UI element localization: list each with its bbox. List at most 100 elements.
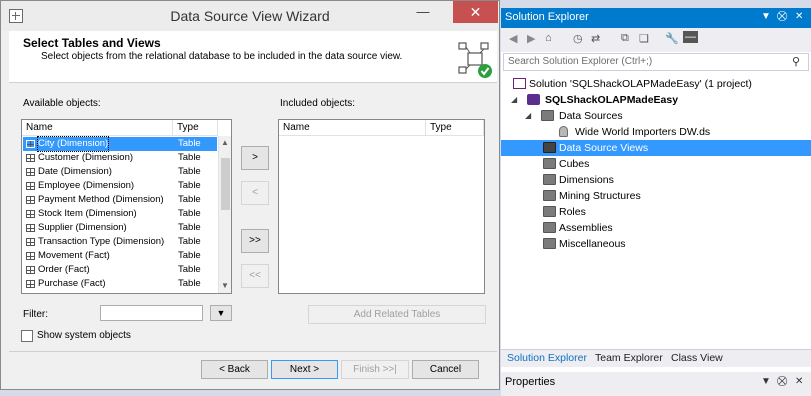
search-icon[interactable]: ⚲ — [792, 55, 800, 68]
available-objects-label: Available objects: — [23, 98, 101, 109]
search-input[interactable]: Search Solution Explorer (Ctrl+;) — [508, 56, 652, 67]
list-item[interactable]: Supplier (Dimension) Table — [23, 221, 217, 235]
solution-explorer-panel: Solution Explorer ▼ ⛒ ✕ ◀ ▶ ⌂ ◷ ⇄ ⧉ ❏ 🔧 … — [501, 8, 811, 396]
list-item[interactable]: Payment Method (Dimension) Table — [23, 193, 217, 207]
list-item[interactable]: Purchase (Fact) Table — [23, 277, 217, 291]
footer-divider — [9, 351, 497, 352]
tree-node[interactable]: Miscellaneous — [501, 236, 811, 252]
add-all-button[interactable]: >> — [241, 229, 269, 253]
list-item[interactable]: City (Dimension) Table — [23, 136, 217, 152]
cancel-button[interactable]: Cancel — [412, 360, 479, 379]
datasource-icon — [559, 126, 568, 137]
tree-node[interactable]: Data Source Views — [501, 140, 811, 156]
filter-icon[interactable]: ▼ — [210, 305, 232, 321]
expand-arrow-icon[interactable]: ◢ — [525, 108, 531, 124]
add-selected-button[interactable]: > — [241, 146, 269, 170]
page-description: Select objects from the relational datab… — [41, 51, 403, 62]
list-item[interactable]: Order (Fact) Table — [23, 263, 217, 277]
scrollbar-thumb[interactable] — [221, 158, 230, 210]
history-icon[interactable]: ◷ — [573, 32, 583, 45]
tree-node[interactable]: Cubes — [501, 156, 811, 172]
list-item[interactable]: Stock Item (Dimension) Table — [23, 207, 217, 221]
tree-node[interactable]: ◢ SQLShackOLAPMadeEasy — [501, 92, 811, 108]
table-icon — [26, 280, 35, 288]
tree-node[interactable]: Wide World Importers DW.ds — [501, 124, 811, 140]
collapse-all-icon[interactable]: ⧉ — [621, 32, 629, 45]
expand-arrow-icon[interactable]: ◢ — [511, 92, 517, 108]
scroll-down-icon[interactable]: ▼ — [221, 281, 229, 290]
show-system-objects-label[interactable]: Show system objects — [37, 330, 131, 341]
object-type: Table — [178, 138, 201, 149]
pin-icon[interactable]: ⛒ — [777, 11, 787, 22]
solution-explorer-titlebar[interactable]: Solution Explorer ▼ ⛒ ✕ — [501, 8, 811, 28]
column-header-name[interactable]: Name — [279, 120, 426, 136]
panel-title: Solution Explorer — [505, 11, 589, 23]
scroll-up-icon[interactable]: ▲ — [221, 138, 229, 147]
wizard-titlebar[interactable]: Data Source View Wizard — □ ✕ — [1, 1, 499, 31]
object-name: Movement (Fact) — [38, 250, 110, 261]
wizard-header: Select Tables and Views Select objects f… — [9, 31, 497, 83]
object-name: Purchase (Fact) — [38, 278, 106, 289]
dropdown-arrow-icon[interactable]: ▼ — [761, 376, 771, 387]
tree-node-label: Solution 'SQLShackOLAPMadeEasy' (1 proje… — [529, 78, 752, 90]
list-item[interactable]: Movement (Fact) Table — [23, 249, 217, 263]
tab-team-explorer[interactable]: Team Explorer — [595, 352, 663, 364]
tree-node-label: Wide World Importers DW.ds — [575, 126, 711, 138]
tree-node[interactable]: Solution 'SQLShackOLAPMadeEasy' (1 proje… — [501, 76, 811, 92]
remove-all-button[interactable]: << — [241, 264, 269, 288]
tree-node[interactable]: Dimensions — [501, 172, 811, 188]
show-system-objects-checkbox[interactable] — [21, 330, 33, 342]
column-header-type[interactable]: Type — [426, 120, 484, 136]
list-item[interactable]: Transaction Type (Dimension) Table — [23, 235, 217, 249]
properties-titlebar[interactable]: Properties ▼ ⛒ ✕ — [501, 372, 811, 396]
object-name: Customer (Dimension) — [38, 152, 134, 163]
back-button[interactable]: < Back — [201, 360, 268, 379]
filter-input[interactable] — [100, 305, 203, 321]
object-name: Payment Method (Dimension) — [38, 194, 164, 205]
page-title: Select Tables and Views — [23, 36, 161, 50]
included-objects-list[interactable]: Name Type — [278, 119, 485, 294]
folder-icon — [543, 190, 556, 201]
minimize-button[interactable]: — — [409, 1, 437, 23]
tab-class-view[interactable]: Class View — [671, 352, 723, 364]
list-item[interactable]: Employee (Dimension) Table — [23, 179, 217, 193]
sync-icon[interactable]: ⇄ — [591, 32, 600, 45]
list-item[interactable]: Date (Dimension) Table — [23, 165, 217, 179]
pin-icon[interactable]: ⛒ — [777, 376, 787, 387]
finish-button[interactable]: Finish >>| — [341, 360, 409, 379]
tree-node-label: Assemblies — [559, 222, 613, 234]
home-icon[interactable]: ⌂ — [545, 32, 552, 44]
object-type: Table — [178, 180, 201, 191]
next-button[interactable]: Next > — [271, 360, 338, 379]
object-type: Table — [178, 222, 201, 233]
tree-node[interactable]: Roles — [501, 204, 811, 220]
properties-wrench-icon[interactable]: 🔧 — [665, 32, 679, 45]
search-box[interactable]: Search Solution Explorer (Ctrl+;) ⚲ — [503, 53, 809, 71]
list-item[interactable]: Customer (Dimension) Table — [23, 151, 217, 165]
column-header-type[interactable]: Type — [173, 120, 218, 136]
back-icon[interactable]: ◀ — [509, 32, 517, 45]
vertical-scrollbar[interactable]: ▲ ▼ — [218, 136, 231, 293]
preview-icon[interactable]: — — [683, 31, 698, 43]
tree-node-label: Data Source Views — [559, 142, 649, 154]
tree-node-label: Cubes — [559, 158, 590, 170]
tree-node[interactable]: Assemblies — [501, 220, 811, 236]
tree-node[interactable]: ◢ Data Sources — [501, 108, 811, 124]
object-name: Employee (Dimension) — [38, 180, 135, 191]
close-button[interactable]: ✕ — [453, 1, 498, 23]
available-objects-list[interactable]: Name Type City (Dimension) Table Customer … — [21, 119, 232, 294]
forward-icon[interactable]: ▶ — [527, 32, 535, 45]
add-related-tables-button[interactable]: Add Related Tables — [308, 305, 486, 324]
tab-solution-explorer[interactable]: Solution Explorer — [507, 352, 587, 364]
tree-node[interactable]: Mining Structures — [501, 188, 811, 204]
show-all-files-icon[interactable]: ❏ — [639, 32, 649, 45]
solution-tree[interactable]: Solution 'SQLShackOLAPMadeEasy' (1 proje… — [501, 74, 811, 354]
object-name: Date (Dimension) — [38, 166, 112, 177]
column-header-name[interactable]: Name — [22, 120, 173, 136]
filter-label: Filter: — [23, 309, 48, 320]
dropdown-arrow-icon[interactable]: ▼ — [761, 11, 771, 22]
remove-selected-button[interactable]: < — [241, 181, 269, 205]
close-icon[interactable]: ✕ — [795, 376, 803, 387]
close-icon[interactable]: ✕ — [795, 11, 803, 22]
object-type: Table — [178, 194, 201, 205]
